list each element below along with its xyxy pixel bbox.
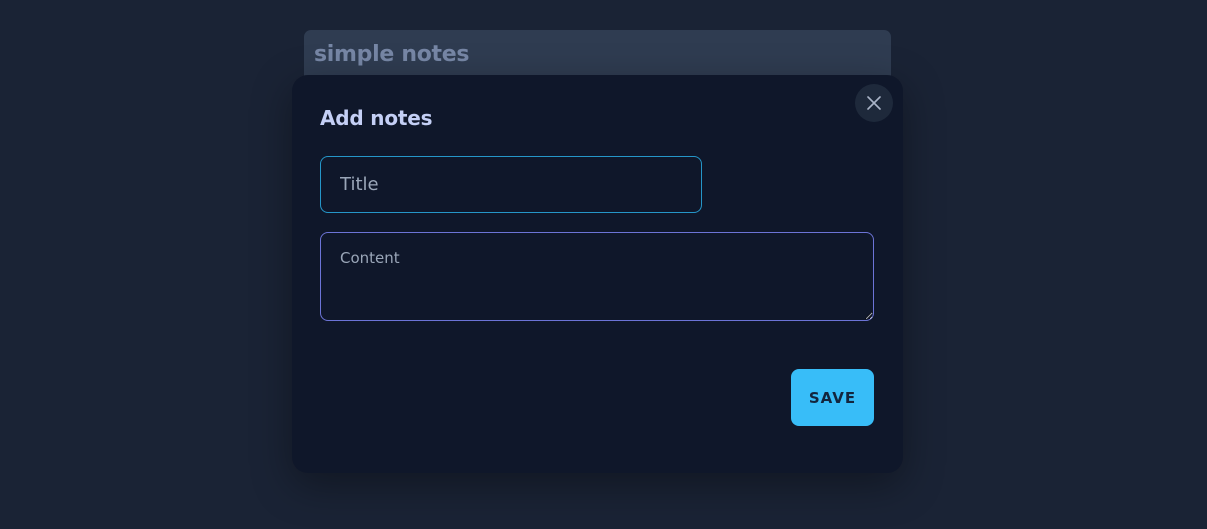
title-input[interactable] [320, 156, 702, 213]
modal-title: Add notes [320, 106, 433, 130]
close-button[interactable] [855, 84, 893, 122]
add-note-modal: Add notes SAVE [292, 75, 903, 473]
app-title: simple notes [314, 42, 470, 67]
close-icon [867, 96, 881, 110]
content-input[interactable] [320, 232, 874, 321]
save-button[interactable]: SAVE [791, 369, 874, 426]
